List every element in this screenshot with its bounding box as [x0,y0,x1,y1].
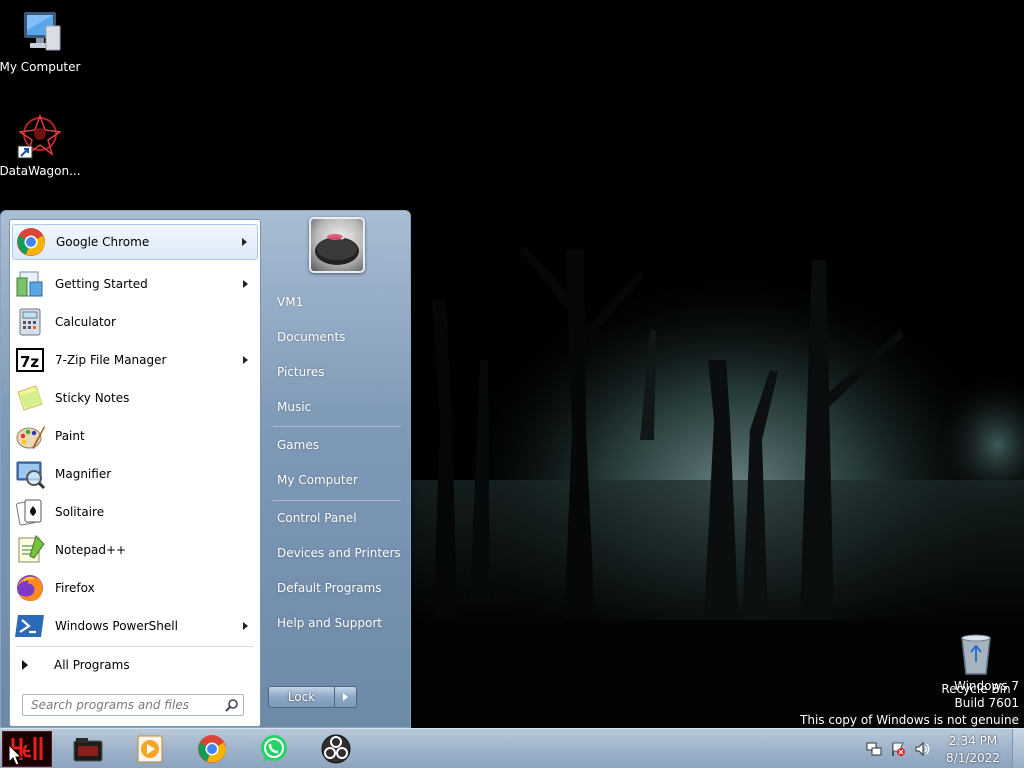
monitor-icon [24,12,61,51]
search-icon[interactable] [225,698,239,712]
program-label: Magnifier [55,467,112,481]
paint-icon [16,426,45,449]
search-input[interactable]: Search programs and files [22,694,244,716]
start-link-control-panel[interactable]: Control Panel [277,507,357,529]
programs-divider [16,646,254,647]
windows-watermark: Windows 7 Build 7601 This copy of Window… [800,678,1019,729]
all-programs-button[interactable]: All Programs [18,652,130,678]
obs-icon[interactable] [320,733,352,765]
all-programs-arrow-icon [22,660,28,670]
start-menu: Google Chrome Getting Started Calculator [0,210,411,728]
program-sticky-notes[interactable]: Sticky Notes [12,380,258,416]
start-menu-programs-pane: Google Chrome Getting Started Calculator [9,219,261,727]
start-link-pictures[interactable]: Pictures [277,361,325,383]
desktop-icon-label: DataWagon... [0,164,81,178]
whatsapp-icon[interactable] [258,733,290,765]
program-label: Paint [55,429,85,443]
desktop-icon-datawagon[interactable]: DataWagon... [0,112,82,178]
search-placeholder: Search programs and files [31,698,189,712]
start-link-help-and-support[interactable]: Help and Support [277,612,382,634]
program-7zip[interactable]: 7z 7-Zip File Manager [12,342,258,378]
media-player-icon[interactable] [134,733,166,765]
program-label: Calculator [55,315,116,329]
svg-text:7z: 7z [20,353,39,371]
recycle-bin-icon [961,634,991,675]
program-label: Notepad++ [55,543,127,557]
chrome-icon[interactable] [196,733,228,765]
all-programs-label: All Programs [54,658,130,672]
system-clock[interactable]: 2:34 PM 8/1/2022 [938,733,1008,767]
chrome-icon [17,228,45,256]
magnifier-icon [16,461,46,490]
clock-date: 8/1/2022 [946,751,1000,765]
folder-explorer-icon[interactable] [72,733,104,765]
program-label: Windows PowerShell [55,619,178,633]
right-pane-divider [273,426,401,427]
watermark-os: Windows 7 [953,679,1019,693]
program-label: Google Chrome [56,235,150,249]
desktop-icon-label: My Computer [0,60,81,74]
start-link-my-computer[interactable]: My Computer [277,469,358,491]
taskbar: 2:34 PM 8/1/2022 [0,728,1024,768]
calculator-icon [19,308,41,336]
program-label: Sticky Notes [55,391,130,405]
right-pane-divider [273,500,401,501]
watermark-genuine-notice: This copy of Windows is not genuine [800,713,1019,727]
program-notepadpp[interactable]: Notepad++ [12,532,258,568]
start-link-games[interactable]: Games [277,434,319,456]
getting-started-icon [16,271,43,297]
program-getting-started[interactable]: Getting Started [12,266,258,302]
submenu-arrow-icon[interactable] [242,238,247,246]
7zip-icon: 7z [16,348,44,372]
program-solitaire[interactable]: Solitaire [12,494,258,530]
sticky-notes-icon [17,385,43,411]
datawagon-icon [17,113,63,159]
submenu-arrow-icon[interactable] [243,622,248,630]
submenu-arrow-icon[interactable] [243,356,248,364]
start-link-devices-and-printers[interactable]: Devices and Printers [277,542,401,564]
program-label: Solitaire [55,505,105,519]
watermark-build: Build 7601 [954,696,1019,710]
program-label: Getting Started [55,277,148,291]
solitaire-icon [16,499,42,526]
action-center-flag-icon[interactable] [890,741,906,757]
program-label: 7-Zip File Manager [55,353,167,367]
program-calculator[interactable]: Calculator [12,304,258,340]
program-google-chrome[interactable]: Google Chrome [12,224,258,260]
submenu-arrow-icon[interactable] [243,280,248,288]
powershell-icon [15,615,44,637]
start-link-user-folder[interactable]: VM1 [277,291,303,313]
user-account-picture[interactable] [309,217,365,273]
start-link-music[interactable]: Music [277,396,311,418]
start-link-documents[interactable]: Documents [277,326,345,348]
program-firefox[interactable]: Firefox [12,570,258,606]
turntable-user-icon [315,232,359,265]
power-options-arrow-button[interactable] [335,686,357,708]
start-link-default-programs[interactable]: Default Programs [277,577,382,599]
network-icon[interactable] [866,741,882,757]
program-paint[interactable]: Paint [12,418,258,454]
program-label: Firefox [55,581,95,595]
program-windows-powershell[interactable]: Windows PowerShell [12,608,258,644]
mouse-cursor-icon [8,744,22,766]
firefox-icon [17,575,43,602]
volume-icon[interactable] [914,741,930,757]
program-magnifier[interactable]: Magnifier [12,456,258,492]
clock-time: 2:34 PM [948,734,998,748]
lock-button[interactable]: Lock [268,686,335,708]
desktop-icon-my-computer[interactable]: My Computer [0,8,82,74]
show-desktop-button[interactable] [1012,729,1024,768]
notepadpp-icon [18,535,45,563]
